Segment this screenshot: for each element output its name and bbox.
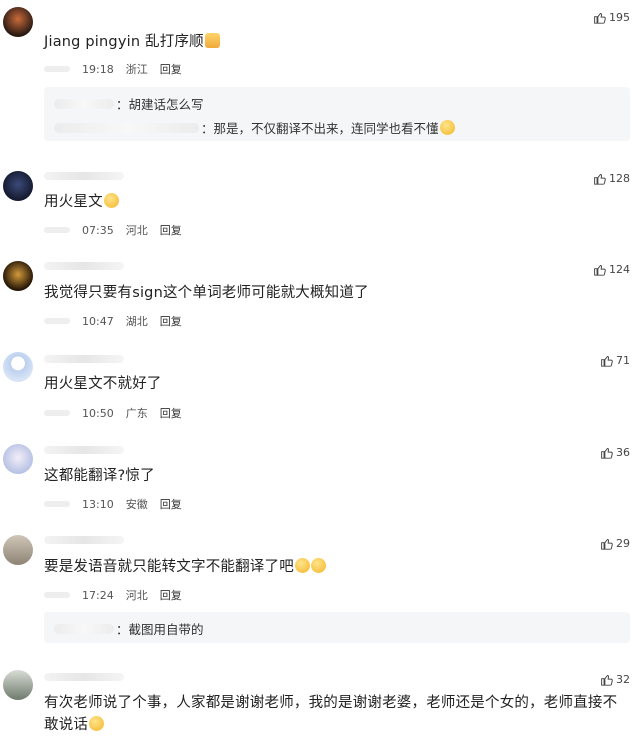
like-count: 124 bbox=[609, 263, 630, 276]
comment-time: 17:24 bbox=[82, 588, 114, 602]
laugh-emoji-icon bbox=[439, 120, 455, 135]
like-count: 29 bbox=[616, 537, 630, 550]
like-button[interactable]: 128 bbox=[593, 172, 630, 185]
thumbs-up-icon bbox=[601, 538, 613, 550]
reply-thread: ：截图用自带的 bbox=[44, 612, 630, 643]
comment-location: 安徽 bbox=[125, 498, 148, 511]
like-count: 32 bbox=[616, 673, 630, 686]
comment-text: 有次老师说了个事，人家都是谢谢老师，我的是谢谢老婆，老师还是个女的，老师直接不敢… bbox=[44, 695, 618, 733]
reply-item: ：胡建话怎么写 bbox=[54, 94, 204, 113]
reply-text: 截图用自带的 bbox=[128, 622, 204, 637]
like-button[interactable]: 124 bbox=[593, 263, 630, 276]
comment-text: 这都能翻译?惊了 bbox=[44, 468, 155, 484]
avatar[interactable] bbox=[3, 7, 33, 37]
reply-user-blur bbox=[54, 98, 114, 109]
date-blur bbox=[44, 592, 70, 598]
like-count: 195 bbox=[609, 11, 630, 24]
date-blur bbox=[44, 410, 70, 416]
avatar[interactable] bbox=[3, 171, 33, 201]
thumbs-up-icon bbox=[601, 447, 613, 459]
username-blur bbox=[44, 673, 124, 681]
reply-button[interactable]: 回复 bbox=[160, 587, 182, 603]
comment-location: 广东 bbox=[125, 407, 148, 420]
like-count: 71 bbox=[616, 354, 630, 367]
comment-time: 19:18 bbox=[82, 62, 114, 76]
smile-emoji-icon bbox=[204, 33, 220, 48]
comment-time: 07:35 bbox=[82, 223, 114, 237]
reply-button[interactable]: 回复 bbox=[160, 496, 182, 512]
username-blur bbox=[44, 355, 124, 363]
like-button[interactable]: 195 bbox=[593, 11, 630, 24]
date-blur bbox=[44, 66, 70, 72]
like-button[interactable]: 32 bbox=[600, 673, 630, 686]
reply-text: 胡建话怎么写 bbox=[128, 97, 204, 112]
like-count: 128 bbox=[609, 172, 630, 185]
comment-text: 乱打序顺 bbox=[145, 34, 204, 50]
date-blur bbox=[44, 501, 70, 507]
comment-text: 用火星文不就好了 bbox=[44, 376, 162, 392]
like-button[interactable]: 36 bbox=[600, 446, 630, 459]
reply-item: ：截图用自带的 bbox=[54, 619, 204, 638]
sad-emoji-icon bbox=[294, 558, 310, 573]
like-button[interactable]: 29 bbox=[600, 537, 630, 550]
comment-location: 湖北 bbox=[125, 315, 148, 328]
avatar[interactable] bbox=[3, 670, 33, 700]
avatar[interactable] bbox=[3, 352, 33, 382]
comment-location: 浙江 bbox=[125, 63, 148, 76]
username[interactable]: Jiang pingyin bbox=[44, 34, 140, 50]
comment-text: 要是发语音就只能转文字不能翻译了吧 bbox=[44, 559, 294, 575]
reply-button[interactable]: 回复 bbox=[160, 222, 182, 238]
username-blur bbox=[44, 172, 124, 180]
reply-user-blur bbox=[54, 122, 199, 133]
comment-meta: 10:47 湖北 回复 bbox=[44, 313, 182, 329]
thumbs-up-icon bbox=[594, 264, 606, 276]
avatar[interactable] bbox=[3, 261, 33, 291]
comment-text: 用火星文 bbox=[44, 194, 103, 210]
smile-emoji-icon bbox=[89, 716, 105, 731]
reply-button[interactable]: 回复 bbox=[160, 405, 182, 421]
username-blur bbox=[44, 536, 124, 544]
smile-emoji-icon bbox=[103, 193, 119, 208]
comment-meta: 10:50 广东 回复 bbox=[44, 405, 182, 421]
comment-meta: 13:10 安徽 回复 bbox=[44, 496, 182, 512]
reply-text: 那是，不仅翻译不出来，连同学也看不懂 bbox=[213, 121, 439, 136]
comment-text: 我觉得只要有sign这个单词老师可能就大概知道了 bbox=[44, 285, 369, 301]
like-count: 36 bbox=[616, 446, 630, 459]
reply-user-blur bbox=[54, 623, 114, 634]
comment-location: 河北 bbox=[125, 224, 148, 237]
comment-location: 河北 bbox=[125, 589, 148, 602]
comment-time: 13:10 bbox=[82, 497, 114, 511]
like-button[interactable]: 71 bbox=[600, 354, 630, 367]
date-blur bbox=[44, 318, 70, 324]
reply-item: ：那是，不仅翻译不出来，连同学也看不懂 bbox=[54, 118, 455, 137]
comment-time: 10:47 bbox=[82, 314, 114, 328]
comment-meta: 07:35 河北 回复 bbox=[44, 222, 182, 238]
reply-button[interactable]: 回复 bbox=[160, 61, 182, 77]
username-blur bbox=[44, 446, 124, 454]
username-blur bbox=[44, 262, 124, 270]
reply-button[interactable]: 回复 bbox=[160, 313, 182, 329]
date-blur bbox=[44, 227, 70, 233]
reply-thread: ：胡建话怎么写 ：那是，不仅翻译不出来，连同学也看不懂 bbox=[44, 87, 630, 141]
thumbs-up-icon bbox=[594, 12, 606, 24]
sad-emoji-icon bbox=[310, 558, 326, 573]
comment-meta: 19:18 浙江 回复 bbox=[44, 61, 182, 77]
avatar[interactable] bbox=[3, 535, 33, 565]
avatar[interactable] bbox=[3, 444, 33, 474]
thumbs-up-icon bbox=[594, 173, 606, 185]
comment-meta: 17:24 河北 回复 bbox=[44, 587, 182, 603]
thumbs-up-icon bbox=[601, 674, 613, 686]
comment-time: 10:50 bbox=[82, 406, 114, 420]
thumbs-up-icon bbox=[601, 355, 613, 367]
